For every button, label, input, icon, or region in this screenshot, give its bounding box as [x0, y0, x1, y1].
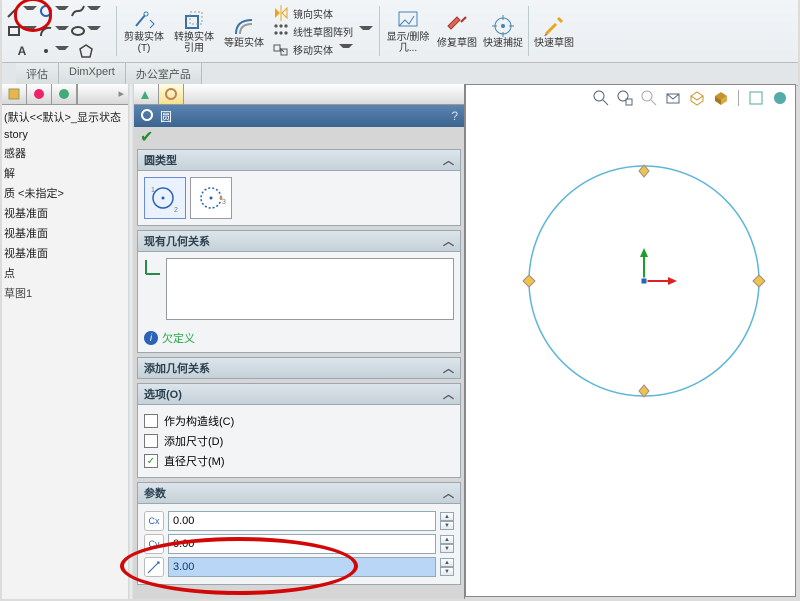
property-title-bar: 圆 ?: [134, 105, 464, 127]
chevron-up-icon: ︿: [443, 152, 454, 168]
property-tab-feature[interactable]: [134, 84, 159, 104]
property-manager: 圆 ? ✔ 圆类型︿ 21 3 现有几何关系︿ i欠定义 添加几何关系︿ 选项(…: [134, 84, 465, 599]
display-manager-tab[interactable]: [52, 84, 77, 104]
handle-left[interactable]: [523, 275, 535, 287]
svg-text:2: 2: [174, 207, 178, 214]
sketch-canvas: [466, 85, 796, 595]
office-tab[interactable]: 办公室产品: [126, 63, 202, 85]
diameter-dimension-checkbox[interactable]: ✓: [144, 454, 158, 468]
showdel-label: 显示/删除几...: [385, 32, 431, 54]
repair-label: 修复草图: [437, 38, 477, 49]
center-x-stepper[interactable]: ▲▼: [440, 512, 454, 530]
chevron-up-icon: ︿: [443, 233, 454, 249]
center-y-icon: Cy: [144, 534, 164, 554]
property-tab-bar: [134, 84, 464, 105]
tree-item[interactable]: 感器: [4, 143, 126, 163]
section-existing-relations[interactable]: 现有几何关系︿: [137, 230, 461, 252]
tree-item[interactable]: 草图1: [4, 283, 126, 303]
manager-tab-overflow[interactable]: ▸: [77, 84, 128, 104]
radius-icon: [144, 557, 164, 577]
section-options[interactable]: 选项(O)︿: [137, 383, 461, 405]
property-title: 圆: [160, 108, 172, 125]
tree-item[interactable]: 视基准面: [4, 203, 126, 223]
origin-arrows: [640, 248, 677, 285]
property-tab-pm[interactable]: [159, 84, 184, 104]
repair-sketch-button[interactable]: 修复草图: [434, 0, 480, 62]
offset-entities-button[interactable]: 等距实体: [219, 0, 269, 62]
perimeter-circle-option[interactable]: 3: [190, 177, 232, 219]
command-tab-strip: 评估 DimXpert 办公室产品: [2, 62, 798, 86]
show-delete-button[interactable]: 显示/删除几...: [382, 0, 434, 62]
tree-item[interactable]: 质 <未指定>: [4, 183, 126, 203]
confirm-button[interactable]: ✔: [134, 127, 464, 147]
radius-stepper[interactable]: ▲▼: [440, 558, 454, 576]
config-manager-tab[interactable]: [27, 84, 52, 104]
radius-input[interactable]: 3.00: [168, 557, 436, 577]
tree-item[interactable]: story: [4, 127, 126, 143]
center-y-input[interactable]: 0.00: [168, 534, 436, 554]
info-icon: i: [144, 331, 158, 345]
trim-label: 剪裁实体(T): [122, 32, 166, 54]
section-circle-type[interactable]: 圆类型︿: [137, 149, 461, 171]
linear-pattern-button[interactable]: 线性草图阵列: [273, 23, 373, 39]
add-dimension-checkbox[interactable]: [144, 434, 158, 448]
quick-snap-button[interactable]: 快速捕捉: [480, 0, 526, 62]
quick-label: 快速草图: [534, 38, 574, 49]
tree-item[interactable]: 解: [4, 163, 126, 183]
center-y-stepper[interactable]: ▲▼: [440, 535, 454, 553]
existing-relations-list[interactable]: [166, 258, 454, 320]
section-parameters[interactable]: 参数︿: [137, 482, 461, 504]
feature-manager-tab[interactable]: [2, 84, 27, 104]
relation-icon: [144, 258, 162, 320]
center-x-input[interactable]: 0.00: [168, 511, 436, 531]
construction-line-label: 作为构造线(C): [164, 413, 234, 429]
ellipse-tool[interactable]: [70, 21, 102, 41]
offset-label: 等距实体: [224, 38, 264, 49]
feature-manager-panel: ▸ (默认<<默认>_显示状态 story 感器 解 质 <未指定> 视基准面 …: [2, 84, 129, 599]
move-label: 移动实体: [293, 42, 333, 57]
center-x-icon: Cx: [144, 511, 164, 531]
svg-text:1: 1: [151, 187, 155, 194]
sketch-small-tools: A: [2, 0, 114, 62]
chevron-up-icon: ︿: [443, 386, 454, 402]
convert-label: 转换实体引用: [172, 32, 216, 54]
polygon-tool[interactable]: [70, 41, 102, 61]
linpattern-label: 线性草图阵列: [293, 24, 353, 39]
center-radius-circle-option[interactable]: 21: [144, 177, 186, 219]
chevron-up-icon: ︿: [443, 360, 454, 376]
svg-text:3: 3: [222, 199, 226, 206]
feature-tree[interactable]: (默认<<默认>_显示状态 story 感器 解 质 <未指定> 视基准面 视基…: [2, 105, 128, 305]
annotation-red-circle-top: [14, 0, 52, 32]
spline-tool[interactable]: [70, 1, 102, 21]
tree-item[interactable]: (默认<<默认>_显示状态: [4, 107, 126, 127]
chevron-up-icon: ︿: [443, 485, 454, 501]
construction-line-checkbox[interactable]: [144, 414, 158, 428]
mirror-label: 镜向实体: [293, 6, 333, 21]
snap-label: 快速捕捉: [483, 38, 523, 49]
add-dimension-label: 添加尺寸(D): [164, 433, 223, 449]
tree-item[interactable]: 视基准面: [4, 223, 126, 243]
circle-icon: [140, 108, 154, 125]
dimxpert-tab[interactable]: DimXpert: [59, 63, 126, 85]
point-tool[interactable]: [38, 41, 70, 61]
circle-type-options: 21 3: [144, 177, 454, 219]
pattern-group: 镜向实体 线性草图阵列 移动实体: [269, 0, 377, 62]
diameter-dimension-label: 直径尺寸(M): [164, 453, 225, 469]
section-add-relations[interactable]: 添加几何关系︿: [137, 357, 461, 379]
manager-tab-bar: ▸: [2, 84, 128, 105]
move-entities-button[interactable]: 移动实体: [273, 41, 373, 57]
mirror-entities-button[interactable]: 镜向实体: [273, 5, 373, 21]
tree-item[interactable]: 点: [4, 263, 126, 283]
trim-entities-button[interactable]: 剪裁实体(T): [119, 0, 169, 62]
help-icon[interactable]: ?: [451, 109, 458, 123]
handle-right[interactable]: [753, 275, 765, 287]
graphics-viewport[interactable]: [465, 84, 796, 597]
quick-sketch-button[interactable]: 快速草图: [531, 0, 577, 62]
convert-entities-button[interactable]: 转换实体引用: [169, 0, 219, 62]
ribbon: A 剪裁实体(T) 转换实体引用 等距实体 镜向实体 线性草图阵列 移动实体 显…: [2, 0, 798, 62]
tree-item[interactable]: 视基准面: [4, 243, 126, 263]
text-tool[interactable]: A: [6, 41, 38, 61]
eval-tab[interactable]: 评估: [16, 63, 59, 85]
underdefined-label: 欠定义: [162, 330, 195, 346]
